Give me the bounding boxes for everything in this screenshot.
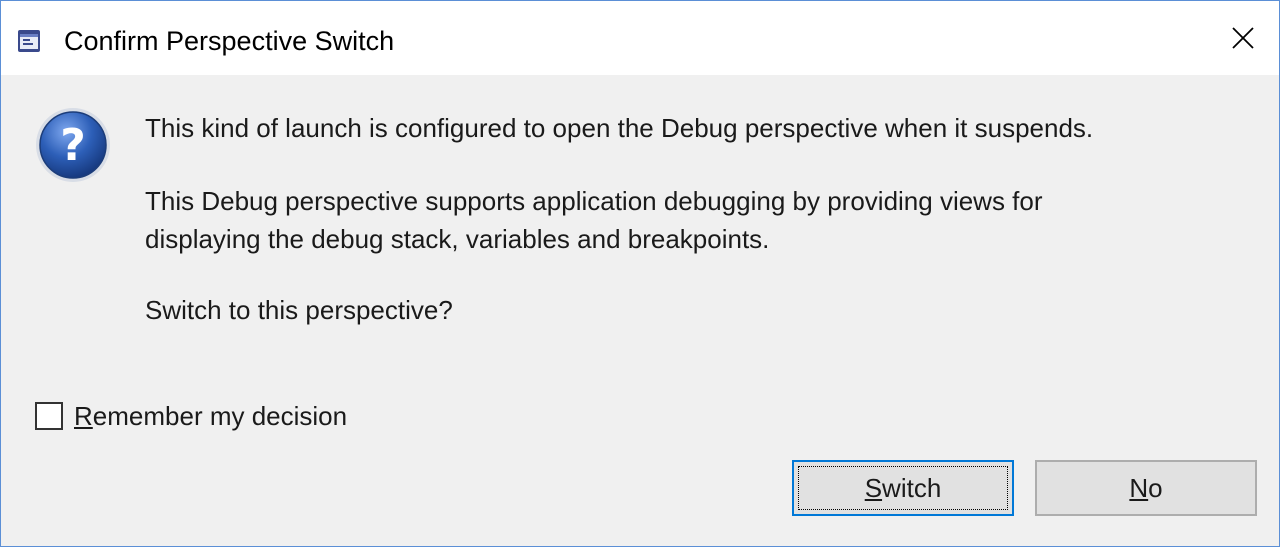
no-button-mnemonic: N	[1129, 472, 1149, 503]
switch-button[interactable]: Switch	[792, 460, 1014, 516]
no-button-label: o	[1148, 472, 1163, 503]
close-button[interactable]	[1207, 1, 1279, 75]
remember-decision-option[interactable]: Remember my decision	[35, 399, 347, 433]
message-line-2a: This Debug perspective supports applicat…	[145, 186, 1043, 216]
message-question: Switch to this perspective?	[145, 295, 453, 325]
message-line-1: This kind of launch is configured to ope…	[145, 113, 1094, 143]
remember-label-mnemonic: R	[74, 401, 93, 431]
no-button[interactable]: No	[1035, 460, 1257, 516]
switch-button-mnemonic: S	[864, 472, 883, 503]
window-title: Confirm Perspective Switch	[64, 26, 395, 56]
message-paragraph-2: This Debug perspective supports applicat…	[145, 182, 1043, 258]
title-bar[interactable]: Confirm Perspective Switch	[1, 1, 1279, 75]
svg-text:?: ?	[60, 120, 86, 171]
eclipse-app-icon	[17, 29, 41, 53]
switch-button-label: witch	[882, 472, 942, 503]
remember-label-text: emember my decision	[92, 401, 348, 431]
confirm-perspective-switch-dialog: Confirm Perspective Switch ? This kind o…	[0, 0, 1280, 547]
close-icon	[1232, 27, 1254, 49]
question-icon: ?	[33, 105, 113, 185]
remember-decision-checkbox[interactable]	[35, 402, 63, 430]
remember-decision-label[interactable]: Remember my decision	[74, 399, 347, 433]
message-line-2b: displaying the debug stack, variables an…	[145, 224, 770, 254]
